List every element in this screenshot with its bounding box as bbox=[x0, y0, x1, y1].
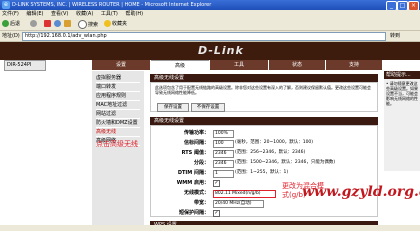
tx-power-label: 传输功率： bbox=[183, 130, 209, 136]
stop-icon bbox=[44, 20, 51, 27]
help-panel: 帮助提示... • 请勿随意更改这些高级设置。如果设置不当，可能会影响无线网络的… bbox=[384, 71, 420, 171]
dtim-label: DTIM 间隔： bbox=[177, 170, 209, 176]
back-arrow-icon bbox=[2, 20, 9, 27]
adv-wireless-description: 此选项包含了用于配置无线链路的高级设置。除非您对这些设置有深入的了解，否则建议保… bbox=[155, 85, 371, 95]
back-button[interactable]: 后退 bbox=[2, 20, 20, 28]
menu-favorites[interactable]: 收藏(A) bbox=[76, 11, 93, 17]
tx-power-row: 传输功率： 100% bbox=[151, 128, 379, 138]
url-input[interactable]: http://192.168.0.1/adv_wlan.php bbox=[22, 32, 386, 41]
dont-save-button[interactable]: 不保存设置 bbox=[191, 103, 225, 112]
menu-file[interactable]: 文件(F) bbox=[2, 11, 19, 17]
bandwidth-label: 带宽： bbox=[193, 200, 209, 206]
watermark-text: www.gzyld.org.cn bbox=[302, 184, 420, 200]
tx-power-select[interactable]: 100% bbox=[213, 130, 234, 138]
home-button[interactable] bbox=[64, 20, 72, 28]
router-banner: D-Link bbox=[0, 42, 420, 60]
sidebar-item-advanced-wireless[interactable]: 高级无线 bbox=[96, 128, 140, 137]
fragment-hint: (范围：1500~2346，默认：2346，只能为偶数) bbox=[235, 160, 336, 165]
dtim-hint: (范围：1~255，默认：1) bbox=[235, 170, 289, 175]
favorites-button[interactable]: 收藏夹 bbox=[104, 20, 127, 28]
toolbar: 后退 搜索 收藏夹 bbox=[0, 18, 420, 31]
bandwidth-select[interactable]: 20/40 MHz(自动) bbox=[213, 200, 264, 208]
dlink-logo: D-Link bbox=[198, 44, 244, 57]
sidebar-item-mac-filter[interactable]: MAC地址过滤 bbox=[96, 101, 140, 110]
rts-input[interactable]: 2346 bbox=[213, 150, 234, 158]
window-title: D-LINK SYSTEMS, INC. | WIRELESS ROUTER |… bbox=[12, 2, 212, 8]
adv-wireless-body: 此选项包含了用于配置无线链路的高级设置。除非您对这些设置有深入的了解，否则建议保… bbox=[150, 82, 378, 112]
go-button[interactable]: 转到 bbox=[390, 32, 414, 40]
adv-settings-header: 高级无线设置 bbox=[150, 117, 378, 125]
menu-help[interactable]: 帮助(H) bbox=[125, 11, 143, 17]
sidebar-item-firewall-dmz[interactable]: 防火墙和DMZ设置 bbox=[96, 119, 140, 128]
menu-view[interactable]: 查看(V) bbox=[51, 11, 68, 17]
home-icon bbox=[64, 20, 71, 27]
tab-advanced[interactable]: 高级 bbox=[151, 60, 209, 71]
forward-arrow-icon bbox=[30, 20, 37, 27]
beacon-input[interactable]: 100 bbox=[213, 140, 234, 148]
nav-tabs: 设置 高级 工具 状态 支持 bbox=[92, 60, 382, 71]
adv-settings-body: 传输功率： 100% 信标间隔： 100 (毫秒，范围：20~1000，默认：1… bbox=[150, 125, 378, 217]
status-bar bbox=[0, 225, 420, 231]
beacon-label: 信标间隔： bbox=[183, 140, 209, 146]
rts-row: RTS 阈值： 2346 (范围：256~2346，默认：2346) bbox=[151, 148, 379, 158]
tab-tools[interactable]: 工具 bbox=[210, 60, 268, 70]
sidebar-item-port-forwarding[interactable]: 端口转发 bbox=[96, 83, 140, 92]
wmm-label: WMM 启用： bbox=[176, 180, 209, 186]
rts-label: RTS 阈值： bbox=[181, 150, 209, 156]
annotation-click-advanced-wireless: 点击高级无线 bbox=[96, 140, 138, 148]
window-titlebar: e D-LINK SYSTEMS, INC. | WIRELESS ROUTER… bbox=[0, 0, 420, 11]
short-gi-row: 短保护间隔： ✓ bbox=[151, 208, 379, 218]
forward-button[interactable] bbox=[30, 20, 38, 28]
tab-setup[interactable]: 设置 bbox=[92, 60, 150, 70]
address-bar: 地址(D) http://192.168.0.1/adv_wlan.php 转到 bbox=[0, 31, 420, 42]
fragment-label: 分段： bbox=[193, 160, 209, 166]
help-text: • 请勿随意更改这些高级设置。如果设置不当，可能会影响无线网络的性能。 bbox=[386, 81, 418, 106]
sidebar-item-application-rules[interactable]: 应用程序规则 bbox=[96, 92, 140, 101]
model-label: DIR-524PI bbox=[4, 60, 46, 71]
short-gi-label: 短保护间隔： bbox=[178, 210, 209, 216]
star-icon bbox=[104, 20, 111, 27]
short-gi-checkbox[interactable]: ✓ bbox=[213, 210, 220, 217]
sidebar-item-virtual-server[interactable]: 虚拟服务器 bbox=[96, 74, 140, 83]
fragment-input[interactable]: 2346 bbox=[213, 160, 234, 168]
wmm-checkbox[interactable]: ✓ bbox=[213, 180, 220, 187]
tab-status[interactable]: 状态 bbox=[269, 60, 325, 70]
dtim-row: DTIM 间隔： 1 (范围：1~255，默认：1) bbox=[151, 168, 379, 178]
menu-edit[interactable]: 编辑(E) bbox=[26, 11, 43, 17]
wireless-mode-label: 无线模式： bbox=[183, 190, 209, 196]
refresh-icon bbox=[54, 20, 61, 27]
beacon-row: 信标间隔： 100 (毫秒，范围：20~1000，默认：100) bbox=[151, 138, 379, 148]
refresh-button[interactable] bbox=[54, 20, 62, 28]
ie-icon: e bbox=[2, 1, 10, 9]
menu-bar: 文件(F) 编辑(E) 查看(V) 收藏(A) 工具(T) 帮助(H) bbox=[0, 10, 420, 18]
beacon-hint: (毫秒，范围：20~1000，默认：100) bbox=[235, 140, 314, 145]
adv-wireless-header: 高级无线设置 bbox=[150, 74, 378, 82]
sidebar: 虚拟服务器 端口转发 应用程序规则 MAC地址过滤 网站过滤 防火墙和DMZ设置… bbox=[92, 71, 144, 231]
rts-hint: (范围：256~2346，默认：2346) bbox=[235, 150, 306, 155]
main-panel: 高级无线设置 此选项包含了用于配置无线链路的高级设置。除非您对这些设置有深入的了… bbox=[146, 71, 382, 231]
wireless-mode-select[interactable]: 802.11 Mixed(n/g/b) bbox=[213, 190, 276, 198]
search-button[interactable]: 搜索 bbox=[78, 20, 98, 29]
search-icon bbox=[78, 20, 87, 29]
save-settings-button[interactable]: 保存设置 bbox=[157, 103, 189, 112]
menu-tools[interactable]: 工具(T) bbox=[101, 11, 118, 17]
address-label: 地址(D) bbox=[2, 33, 20, 39]
help-header: 帮助提示... bbox=[384, 71, 420, 79]
stop-button[interactable] bbox=[44, 20, 52, 28]
dtim-input[interactable]: 1 bbox=[213, 170, 234, 178]
sidebar-item-website-filter[interactable]: 网站过滤 bbox=[96, 110, 140, 119]
fragment-row: 分段： 2346 (范围：1500~2346，默认：2346，只能为偶数) bbox=[151, 158, 379, 168]
tab-support[interactable]: 支持 bbox=[326, 60, 382, 70]
